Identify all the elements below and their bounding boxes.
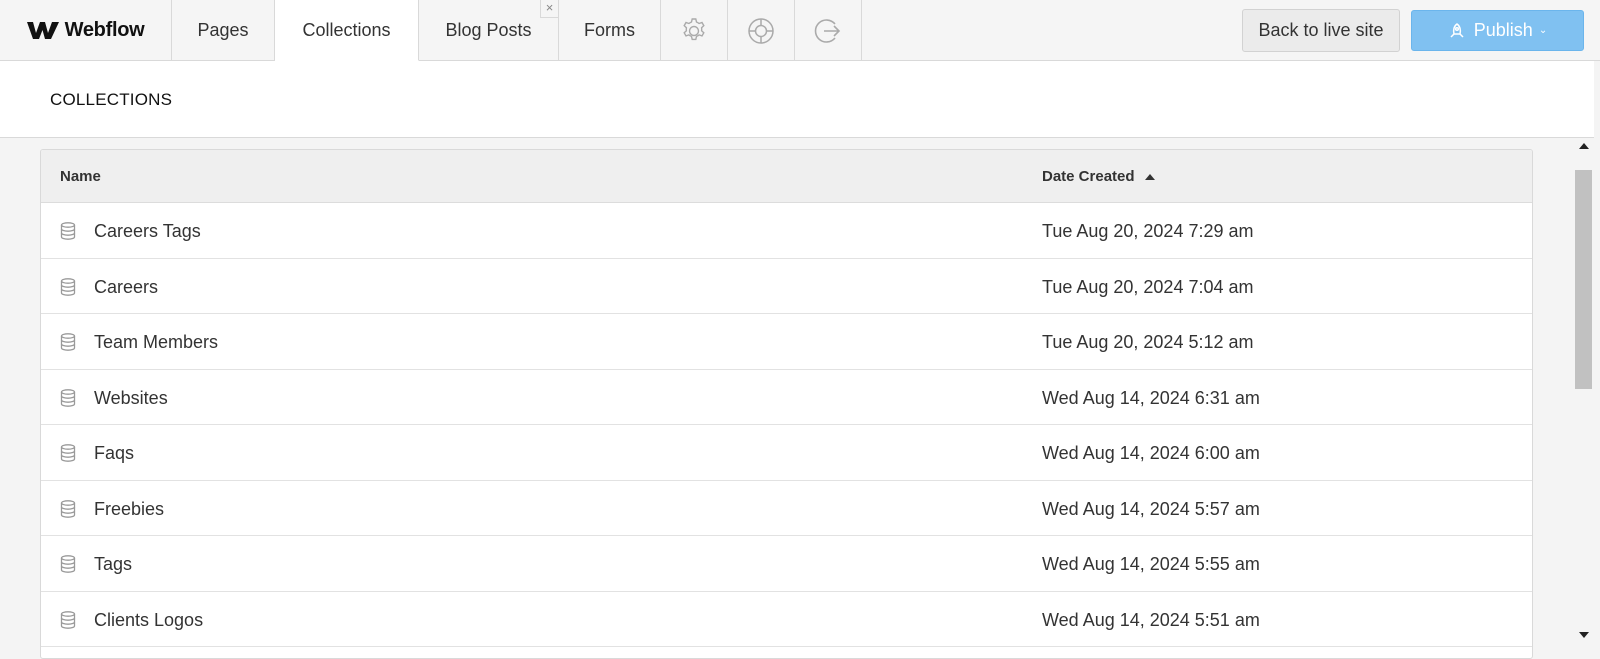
table-row[interactable]: Clients Logos Wed Aug 14, 2024 5:51 am <box>41 592 1532 647</box>
collection-date-created: Tue Aug 20, 2024 7:04 am <box>1042 276 1254 297</box>
collection-name: Tags <box>94 554 133 574</box>
collection-date-created: Wed Aug 14, 2024 6:00 am <box>1042 443 1260 463</box>
collection-date-created: Wed Aug 14, 2024 5:51 am <box>1042 609 1260 630</box>
database-icon <box>60 333 76 351</box>
page-title: COLLECTIONS <box>50 90 173 109</box>
scroll-up-arrow-icon[interactable] <box>1579 143 1589 149</box>
database-icon <box>60 555 76 573</box>
brand-name: Webflow <box>64 18 145 41</box>
gear-icon <box>683 17 705 40</box>
collection-date-created: Tue Aug 20, 2024 5:12 am <box>1042 332 1254 352</box>
scrollbar-thumb[interactable] <box>1575 170 1592 389</box>
back-to-live-site-label: Back to live site <box>1258 20 1384 40</box>
tab-forms-label: Forms <box>584 20 635 40</box>
collection-name: Careers Tags <box>94 221 201 241</box>
collection-date-created: Wed Aug 14, 2024 6:31 am <box>1042 387 1260 408</box>
database-icon <box>60 444 76 462</box>
publish-button[interactable]: Publish ⌄ <box>1411 10 1584 51</box>
column-header-name[interactable]: Name <box>60 168 101 185</box>
tab-blog-posts[interactable]: Blog Posts × <box>419 0 559 61</box>
collection-date-created: Wed Aug 14, 2024 5:55 am <box>1042 554 1260 574</box>
top-bar: Webflow Pages Collections Blog Posts × F… <box>0 0 1600 61</box>
close-tab-icon[interactable]: × <box>540 0 558 18</box>
collection-name: Clients Logos <box>94 609 204 630</box>
help-tab[interactable] <box>728 0 795 61</box>
collection-name: Careers <box>94 276 159 297</box>
sort-ascending-icon <box>1144 173 1155 180</box>
collection-name: Faqs <box>94 443 135 463</box>
logout-icon <box>814 18 841 43</box>
collections-table: Name Date Created Careers Tags Tue Aug 20… <box>40 149 1533 659</box>
database-icon <box>60 222 76 240</box>
database-icon <box>60 277 76 296</box>
scroll-down-arrow-icon[interactable] <box>1579 632 1589 638</box>
table-row[interactable]: Careers Tags Tue Aug 20, 2024 7:29 am <box>41 203 1532 259</box>
table-row[interactable]: Team Members Tue Aug 20, 2024 5:12 am <box>41 314 1532 370</box>
tab-pages-label: Pages <box>197 20 249 40</box>
tab-collections-label: Collections <box>302 19 391 40</box>
table-body: Careers Tags Tue Aug 20, 2024 7:29 am Care… <box>41 203 1532 647</box>
exit-tab[interactable] <box>795 0 862 61</box>
back-to-live-site-button[interactable]: Back to live site <box>1242 9 1400 52</box>
database-icon <box>60 610 76 629</box>
chevron-down-icon: ⌄ <box>1538 25 1548 36</box>
collection-date-created: Tue Aug 20, 2024 7:29 am <box>1042 221 1254 241</box>
tab-blog-posts-label: Blog Posts <box>445 20 532 40</box>
settings-tab[interactable] <box>661 0 728 61</box>
column-header-date-label: Date Created <box>1042 168 1135 185</box>
help-lifebuoy-icon <box>748 17 774 44</box>
table-row[interactable]: Faqs Wed Aug 14, 2024 6:00 am <box>41 425 1532 481</box>
table-row[interactable]: Websites Wed Aug 14, 2024 6:31 am <box>41 370 1532 425</box>
brand-logo[interactable]: Webflow <box>0 0 172 60</box>
database-icon <box>60 499 76 518</box>
table-row[interactable]: Freebies Wed Aug 14, 2024 5:57 am <box>41 481 1532 536</box>
table-row[interactable]: Tags Wed Aug 14, 2024 5:55 am <box>41 536 1532 592</box>
tab-forms[interactable]: Forms <box>559 0 661 61</box>
collection-name: Freebies <box>94 498 165 519</box>
table-row[interactable]: Careers Tue Aug 20, 2024 7:04 am <box>41 259 1532 314</box>
collection-name: Websites <box>94 387 168 408</box>
scrollbar-track[interactable] <box>1594 138 1600 645</box>
collection-name: Team Members <box>94 332 219 352</box>
database-icon <box>60 388 76 407</box>
rocket-icon <box>1450 22 1464 38</box>
table-header: Name Date Created <box>41 150 1532 203</box>
tab-pages[interactable]: Pages <box>172 0 275 61</box>
column-header-date-created[interactable]: Date Created <box>1042 168 1155 185</box>
section-header: COLLECTIONS <box>0 61 1594 138</box>
publish-label: Publish <box>1473 20 1533 40</box>
tab-collections[interactable]: Collections <box>275 0 419 61</box>
webflow-logo-icon <box>26 22 59 39</box>
collection-date-created: Wed Aug 14, 2024 5:57 am <box>1042 498 1260 519</box>
